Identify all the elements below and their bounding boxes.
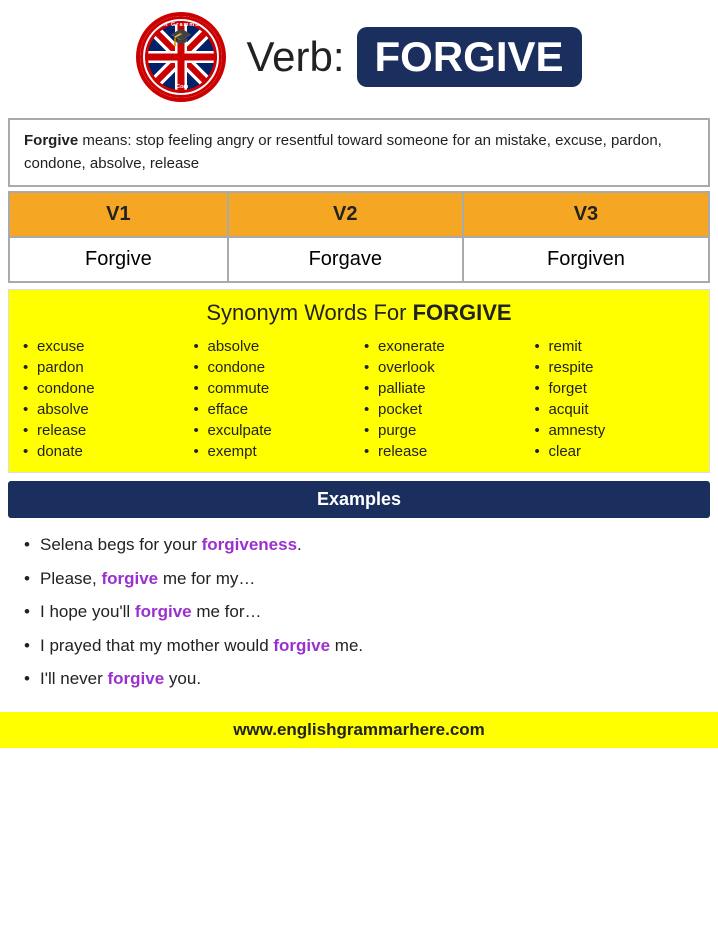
v3-header: V3 (463, 192, 709, 237)
verb-label: Verb: (246, 33, 344, 81)
list-item: condone (194, 357, 355, 378)
example-item-1: Selena begs for your forgiveness. (20, 528, 698, 562)
list-item: respite (535, 357, 696, 378)
page-header: 🎓 English Grammar Here .Com Verb: FORGIV… (0, 0, 718, 114)
v2-value: Forgave (228, 237, 463, 282)
synonym-col-2: absolve condone commute efface exculpate… (194, 336, 355, 462)
synonym-col-3: exonerate overlook palliate pocket purge… (364, 336, 525, 462)
list-item: condone (23, 378, 184, 399)
list-item: forget (535, 378, 696, 399)
synonym-grid: excuse pardon condone absolve release do… (23, 336, 695, 462)
list-item: commute (194, 378, 355, 399)
logo: 🎓 English Grammar Here .Com (136, 12, 226, 102)
list-item: excuse (23, 336, 184, 357)
footer: www.englishgrammarhere.com (0, 712, 718, 748)
example-item-5: I'll never forgive you. (20, 662, 698, 696)
list-item: palliate (364, 378, 525, 399)
v1-header: V1 (9, 192, 228, 237)
synonym-section: Synonym Words For FORGIVE excuse pardon … (8, 289, 710, 473)
list-item: remit (535, 336, 696, 357)
footer-url: www.englishgrammarhere.com (233, 720, 485, 739)
list-item: absolve (23, 399, 184, 420)
list-item: release (364, 441, 525, 462)
list-item: donate (23, 441, 184, 462)
definition-word: Forgive (24, 132, 78, 149)
list-item: exculpate (194, 420, 355, 441)
synonym-title: Synonym Words For FORGIVE (23, 300, 695, 326)
examples-header: Examples (8, 481, 710, 518)
list-item: acquit (535, 399, 696, 420)
verb-word: FORGIVE (357, 27, 582, 87)
list-item: absolve (194, 336, 355, 357)
example-item-4: I prayed that my mother would forgive me… (20, 629, 698, 663)
list-item: pardon (23, 357, 184, 378)
list-item: efface (194, 399, 355, 420)
synonym-col-4: remit respite forget acquit amnesty clea… (535, 336, 696, 462)
example-item-3: I hope you'll forgive me for… (20, 595, 698, 629)
v1-value: Forgive (9, 237, 228, 282)
v3-value: Forgiven (463, 237, 709, 282)
list-item: exempt (194, 441, 355, 462)
examples-list: Selena begs for your forgiveness. Please… (0, 522, 718, 706)
list-item: clear (535, 441, 696, 462)
list-item: amnesty (535, 420, 696, 441)
definition-box: Forgive means: stop feeling angry or res… (8, 118, 710, 187)
list-item: release (23, 420, 184, 441)
list-item: purge (364, 420, 525, 441)
v2-header: V2 (228, 192, 463, 237)
verb-forms-table: V1 V2 V3 Forgive Forgave Forgiven (8, 191, 710, 283)
definition-text: means: stop feeling angry or resentful t… (24, 132, 662, 172)
title-area: Verb: FORGIVE (246, 27, 581, 87)
list-item: pocket (364, 399, 525, 420)
example-item-2: Please, forgive me for my… (20, 562, 698, 596)
list-item: exonerate (364, 336, 525, 357)
list-item: overlook (364, 357, 525, 378)
synonym-col-1: excuse pardon condone absolve release do… (23, 336, 184, 462)
